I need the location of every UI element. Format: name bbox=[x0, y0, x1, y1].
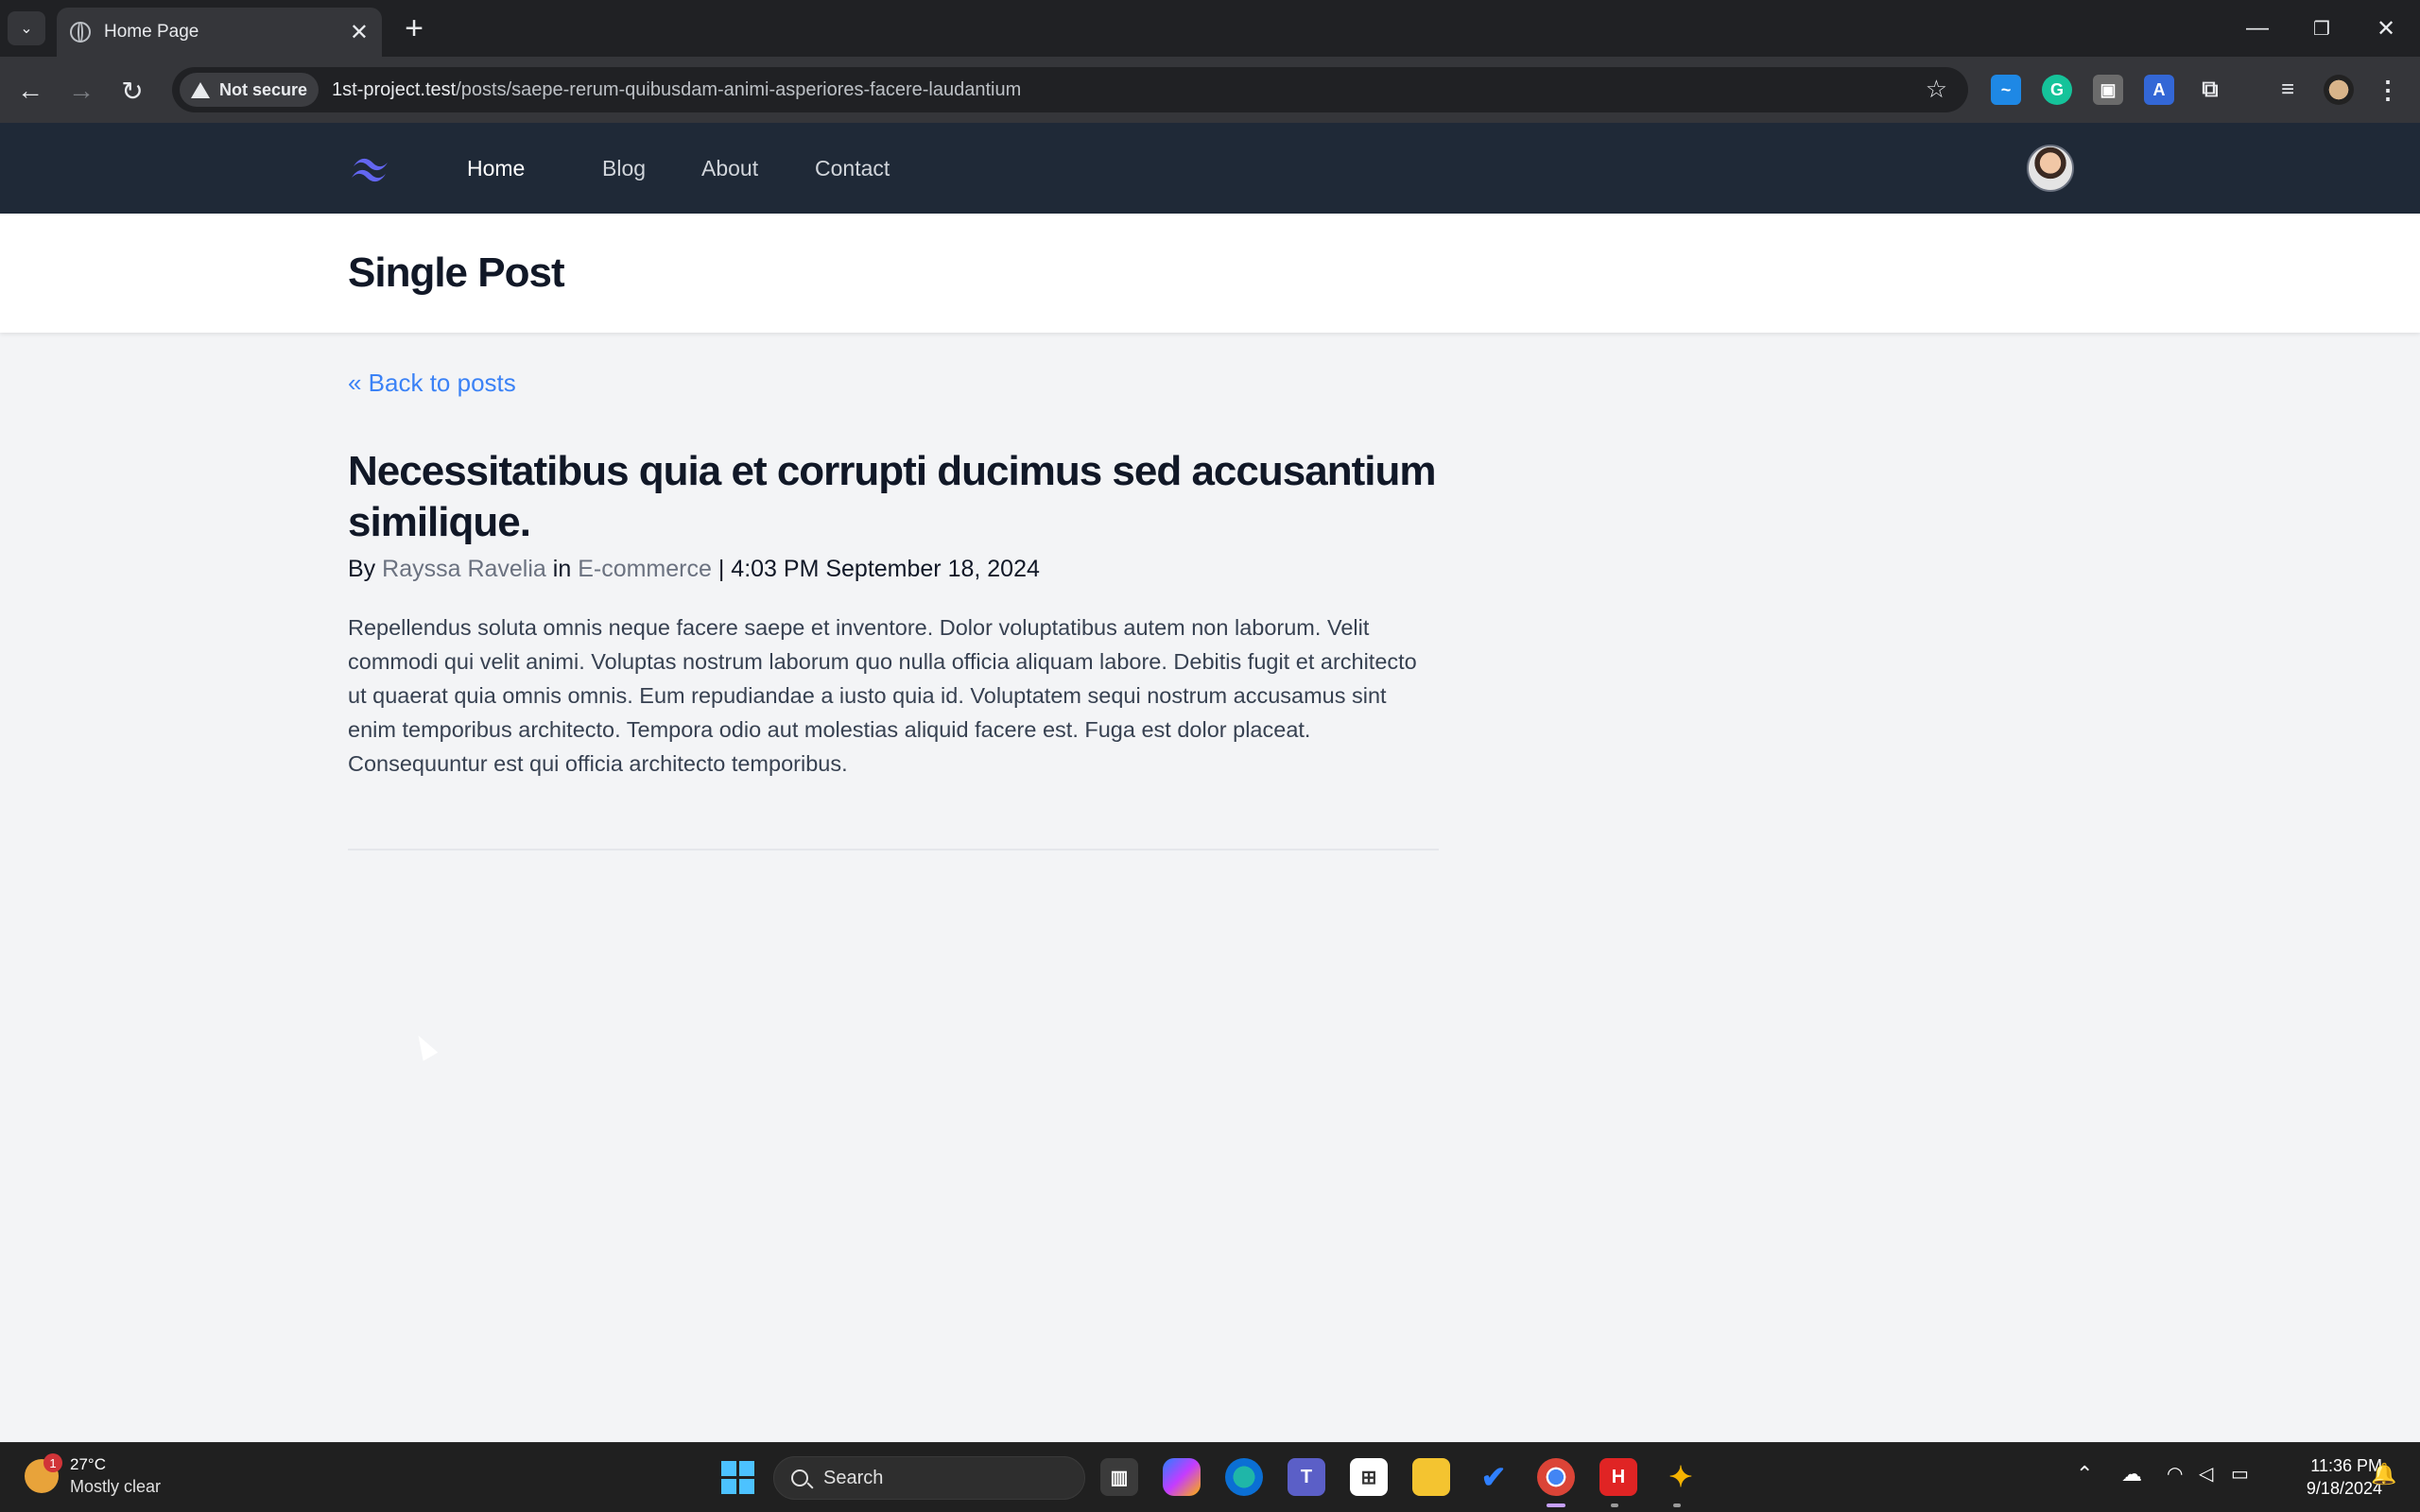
nav-home-link[interactable]: Home bbox=[467, 149, 525, 187]
bookmark-star-icon[interactable]: ☆ bbox=[1926, 75, 1947, 104]
content-divider bbox=[348, 849, 1439, 850]
search-icon bbox=[791, 1469, 808, 1486]
post-meta: By Rayssa Ravelia in E-commerce | 4:03 P… bbox=[348, 556, 1040, 583]
wifi-icon[interactable]: ◠ bbox=[2167, 1462, 2183, 1486]
notification-bell-icon[interactable]: 🔔 bbox=[2371, 1462, 2396, 1486]
weather-moon-icon: 1 bbox=[25, 1453, 62, 1493]
app-running-indicator bbox=[1673, 1503, 1681, 1507]
new-tab-button[interactable]: + bbox=[397, 10, 431, 46]
security-indicator[interactable]: Not secure bbox=[180, 73, 320, 107]
in-label: in bbox=[552, 556, 572, 582]
close-window-button[interactable]: ✕ bbox=[2354, 0, 2418, 57]
security-label: Not secure bbox=[219, 79, 308, 99]
todo-check-icon[interactable]: ✔ bbox=[1475, 1458, 1512, 1496]
close-tab-icon[interactable]: ✕ bbox=[350, 19, 369, 46]
meta-separator: | bbox=[717, 556, 725, 582]
reload-button[interactable]: ↻ bbox=[113, 72, 151, 110]
file-explorer-icon[interactable] bbox=[1412, 1458, 1450, 1496]
copilot-icon[interactable] bbox=[1163, 1458, 1201, 1496]
page-header: Single Post bbox=[0, 214, 2420, 333]
extension-icon[interactable]: ~ bbox=[1991, 75, 2021, 105]
post-title: Necessitatibus quia et corrupti ducimus … bbox=[348, 448, 1436, 545]
weather-widget[interactable]: 1 27°C Mostly clear bbox=[25, 1453, 162, 1498]
tableplus-icon[interactable]: ✦ bbox=[1662, 1458, 1700, 1496]
media-controls-icon[interactable]: ≡ bbox=[2273, 75, 2303, 105]
grammarly-icon[interactable]: G bbox=[2042, 75, 2072, 105]
taskbar-search[interactable]: Search bbox=[773, 1456, 1085, 1500]
extensions-puzzle-icon[interactable]: ⧉ bbox=[2195, 75, 2225, 105]
site-navbar: Home Blog About Contact bbox=[0, 123, 2420, 214]
tailwind-logo-icon[interactable] bbox=[348, 151, 393, 185]
microsoft-store-icon[interactable]: ⊞ bbox=[1350, 1458, 1388, 1496]
profile-avatar-icon[interactable] bbox=[2324, 75, 2354, 105]
weather-temperature: 27°C bbox=[70, 1455, 106, 1473]
task-view-icon[interactable]: ▥ bbox=[1100, 1458, 1138, 1496]
minimize-button[interactable]: — bbox=[2225, 0, 2290, 57]
tab-search-button[interactable]: ⌄ bbox=[8, 11, 45, 45]
menu-kebab-icon[interactable]: ⋮ bbox=[2373, 75, 2403, 105]
globe-icon bbox=[70, 22, 91, 43]
extension-icon[interactable]: ▣ bbox=[2093, 75, 2123, 105]
volume-icon[interactable]: ◁ bbox=[2199, 1462, 2213, 1486]
chevron-up-icon[interactable]: ⌃ bbox=[2076, 1462, 2093, 1486]
browser-tab[interactable]: Home Page ✕ bbox=[57, 8, 382, 57]
battery-icon[interactable]: ▭ bbox=[2231, 1462, 2249, 1486]
user-avatar[interactable] bbox=[2027, 145, 2074, 192]
back-to-posts-link[interactable]: « Back to posts bbox=[348, 369, 516, 398]
herd-running-indicator bbox=[1611, 1503, 1618, 1507]
author-link[interactable]: Rayssa Ravelia bbox=[382, 556, 546, 582]
address-bar[interactable]: Not secure 1st-project.test/posts/saepe-… bbox=[172, 67, 1968, 112]
start-windows-icon[interactable] bbox=[718, 1458, 756, 1496]
tab-title: Home Page bbox=[104, 22, 199, 42]
translate-icon[interactable]: A bbox=[2144, 75, 2174, 105]
weather-badge: 1 bbox=[43, 1453, 62, 1472]
page-title: Single Post bbox=[348, 249, 565, 296]
restore-button[interactable]: ❐ bbox=[2290, 0, 2354, 57]
post-body: Repellendus soluta omnis neque facere sa… bbox=[348, 615, 1417, 776]
post-datetime: 4:03 PM September 18, 2024 bbox=[731, 556, 1040, 582]
search-placeholder: Search bbox=[823, 1467, 884, 1488]
chrome-icon[interactable] bbox=[1537, 1458, 1575, 1496]
forward-button[interactable]: → bbox=[62, 72, 100, 110]
chrome-running-indicator bbox=[1547, 1503, 1565, 1507]
warning-icon bbox=[191, 81, 210, 98]
system-clock[interactable]: 11:36 PM 9/18/2024 bbox=[2269, 1454, 2382, 1500]
edge-icon[interactable] bbox=[1225, 1458, 1263, 1496]
url-text: 1st-project.test/posts/saepe-rerum-quibu… bbox=[332, 79, 1021, 101]
category-link[interactable]: E-commerce bbox=[578, 556, 712, 582]
mouse-cursor-icon bbox=[410, 1031, 439, 1061]
nav-blog-link[interactable]: Blog bbox=[602, 149, 646, 187]
teams-icon[interactable]: T bbox=[1288, 1458, 1325, 1496]
url-host: 1st-project.test bbox=[332, 78, 457, 100]
herd-icon[interactable]: H bbox=[1599, 1458, 1637, 1496]
browser-toolbar: ← → ↻ Not secure 1st-project.test/posts/… bbox=[0, 57, 2420, 123]
weather-condition: Mostly clear bbox=[70, 1477, 162, 1496]
url-path: /posts/saepe-rerum-quibusdam-animi-asper… bbox=[456, 78, 1022, 100]
clock-date: 9/18/2024 bbox=[2306, 1479, 2382, 1498]
browser-tab-bar: ⌄ Home Page ✕ + — ❐ ✕ bbox=[0, 0, 2420, 57]
nav-contact-link[interactable]: Contact bbox=[815, 149, 890, 187]
onedrive-cloud-icon[interactable]: ☁ bbox=[2121, 1462, 2142, 1486]
nav-about-link[interactable]: About bbox=[701, 149, 758, 187]
back-button[interactable]: ← bbox=[11, 72, 49, 110]
clock-time: 11:36 PM bbox=[2310, 1456, 2382, 1475]
taskbar: 1 27°C Mostly clear Search ▥ T ⊞ ✔ H ✦ ⌃… bbox=[0, 1442, 2420, 1512]
by-label: By bbox=[348, 556, 376, 582]
